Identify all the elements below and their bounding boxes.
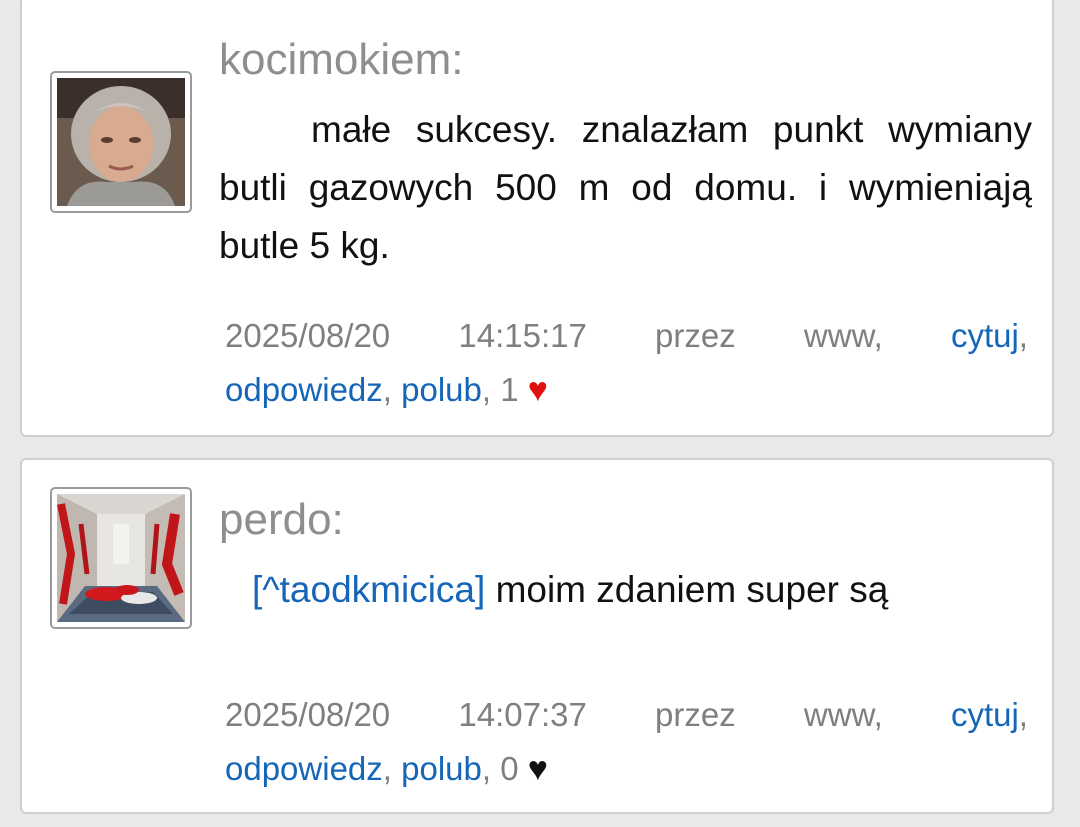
- like-count: 0: [500, 750, 519, 787]
- heart-icon[interactable]: ♥: [528, 750, 548, 788]
- comment-text: małe sukcesy. znalazłam punkt wymiany bu…: [219, 109, 1032, 266]
- avatar-image: [57, 78, 185, 206]
- mention-link[interactable]: [^taodkmicica]: [252, 569, 485, 610]
- comment-meta: 2025/08/20 14:07:37 przez www, cytuj, od…: [225, 688, 1028, 796]
- comment-card: perdo: [^taodkmicica] moim zdaniem super…: [20, 458, 1054, 814]
- comment-text: [^taodkmicica] moim zdaniem super są: [252, 561, 1042, 619]
- like-link[interactable]: polub: [401, 371, 482, 408]
- separator: ,: [481, 371, 501, 408]
- post-date: 2025/08/20: [225, 317, 391, 354]
- like-link[interactable]: polub: [401, 750, 482, 787]
- username[interactable]: kocimokiem:: [219, 38, 464, 82]
- separator: ,: [1018, 317, 1028, 354]
- comment-meta: 2025/08/20 14:15:17 przez www, cytuj, od…: [225, 309, 1028, 417]
- username[interactable]: perdo:: [219, 498, 344, 542]
- post-time: 14:07:37: [458, 696, 587, 733]
- avatar[interactable]: [50, 71, 192, 213]
- like-count: 1: [500, 371, 519, 408]
- quote-link[interactable]: cytuj: [951, 696, 1019, 733]
- post-source: www,: [803, 317, 883, 354]
- avatar[interactable]: [50, 487, 192, 629]
- comment-card: kocimokiem: małe sukcesy. znalazłam punk…: [20, 0, 1054, 437]
- post-by-label: przez: [655, 696, 736, 733]
- post-source: www,: [803, 696, 883, 733]
- post-date: 2025/08/20: [225, 696, 391, 733]
- reply-link[interactable]: odpowiedz: [225, 750, 383, 787]
- separator: ,: [1018, 696, 1028, 733]
- avatar-image: [57, 494, 185, 622]
- separator: ,: [382, 750, 402, 787]
- quote-link[interactable]: cytuj: [951, 317, 1019, 354]
- post-time: 14:15:17: [458, 317, 587, 354]
- heart-icon[interactable]: ♥: [528, 371, 548, 409]
- reply-link[interactable]: odpowiedz: [225, 371, 383, 408]
- comment-text-content: moim zdaniem super są: [495, 569, 889, 610]
- separator: ,: [382, 371, 402, 408]
- post-by-label: przez: [655, 317, 736, 354]
- separator: ,: [481, 750, 501, 787]
